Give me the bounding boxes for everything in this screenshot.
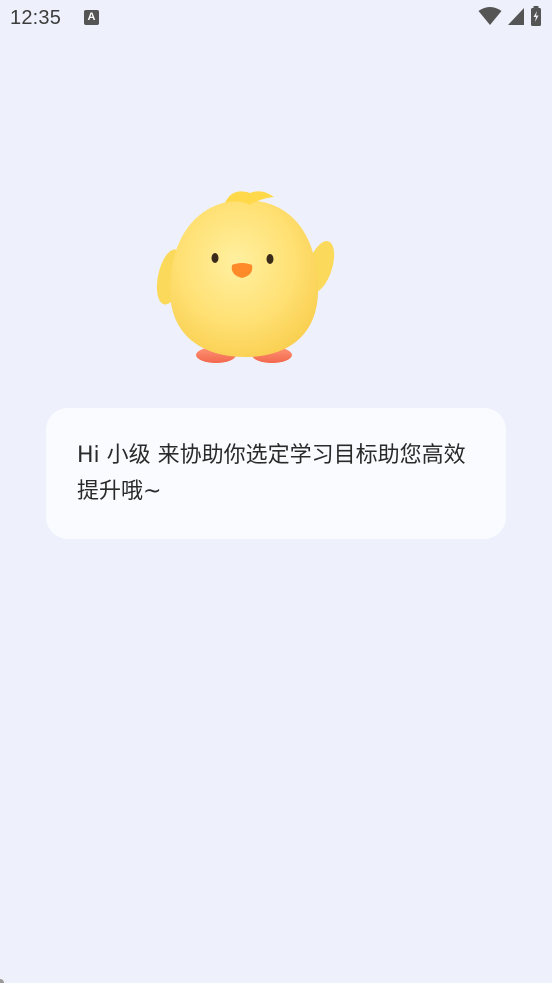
- corner-indicator: [0, 979, 4, 983]
- status-time: 12:35: [10, 7, 62, 29]
- signal-icon: [507, 6, 525, 31]
- notification-a-icon: A: [84, 10, 99, 25]
- chick-mascot-icon: [150, 185, 340, 370]
- battery-icon: [530, 5, 542, 31]
- greeting-text: Hi 小级 来协助你选定学习目标助您高效提升哦~: [77, 443, 466, 504]
- status-icons: [478, 5, 542, 31]
- status-bar: 12:35 A: [0, 0, 552, 38]
- greeting-bubble: Hi 小级 来协助你选定学习目标助您高效提升哦~: [46, 408, 506, 539]
- wifi-icon: [478, 6, 502, 31]
